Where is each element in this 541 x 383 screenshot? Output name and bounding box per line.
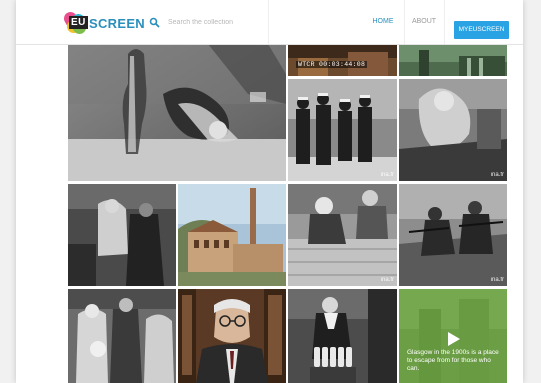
tile-image <box>399 79 507 181</box>
tile-glasgow-featured[interactable]: Glasgow in the 1900s is a place to escap… <box>399 289 507 383</box>
tile-milk-bottles[interactable] <box>288 289 397 383</box>
tile-newsreel-top[interactable]: WTCR 00:03:44:08 <box>288 44 397 76</box>
tile-image <box>288 289 397 383</box>
page: WTCR 00:03:44:08 ina.fr ina.fr ina.fr in… <box>16 0 523 383</box>
nav-about-link[interactable]: ABOUT <box>410 0 438 44</box>
tile-image <box>288 79 397 181</box>
nav-divider <box>404 0 405 44</box>
tile-man-glasses[interactable] <box>178 289 286 383</box>
tile-image <box>399 184 507 286</box>
top-bar: EU SCREEN HOME ABOUT MYEUSCREEN <box>16 0 523 45</box>
tile-image <box>68 289 176 383</box>
tile-image <box>178 184 286 286</box>
tile-image <box>288 184 397 286</box>
nav-divider <box>444 0 445 44</box>
tile-nurse-group[interactable] <box>68 289 176 383</box>
tile-image <box>178 289 286 383</box>
myeuscreen-button[interactable]: MYEUSCREEN <box>454 21 509 39</box>
search-icon[interactable] <box>149 17 160 28</box>
watermark: ina.fr <box>490 172 504 178</box>
tile-image <box>68 184 176 286</box>
search-input[interactable] <box>168 18 268 26</box>
tile-sailors[interactable]: ina.fr <box>288 79 397 181</box>
tile-factory-chimney[interactable] <box>178 184 286 286</box>
featured-caption: Glasgow in the 1900s is a place to escap… <box>407 349 499 372</box>
tile-image <box>68 44 286 181</box>
timecode-label: WTCR 00:03:44:08 <box>296 61 368 68</box>
tile-street-top[interactable] <box>399 44 507 76</box>
logo-badge: EU <box>69 16 88 29</box>
nav-home-link[interactable]: HOME <box>366 0 400 44</box>
tile-dance-crowd[interactable] <box>68 184 176 286</box>
tile-soldiers-guns[interactable]: ina.fr <box>399 184 507 286</box>
tile-bottle-hands[interactable] <box>68 44 286 181</box>
watermark: ina.fr <box>490 277 504 283</box>
nav-divider <box>268 0 269 44</box>
play-icon[interactable] <box>448 332 460 346</box>
tile-image <box>288 44 397 76</box>
tile-parade-float[interactable]: ina.fr <box>399 79 507 181</box>
search-bar <box>149 14 268 30</box>
logo[interactable]: EU SCREEN <box>61 9 145 37</box>
watermark: ina.fr <box>380 172 394 178</box>
tile-image <box>399 44 507 76</box>
logo-mark-icon: EU <box>61 9 89 37</box>
logo-text: SCREEN <box>89 15 145 31</box>
tile-workers-wall[interactable]: ina.fr <box>288 184 397 286</box>
watermark: ina.fr <box>380 277 394 283</box>
